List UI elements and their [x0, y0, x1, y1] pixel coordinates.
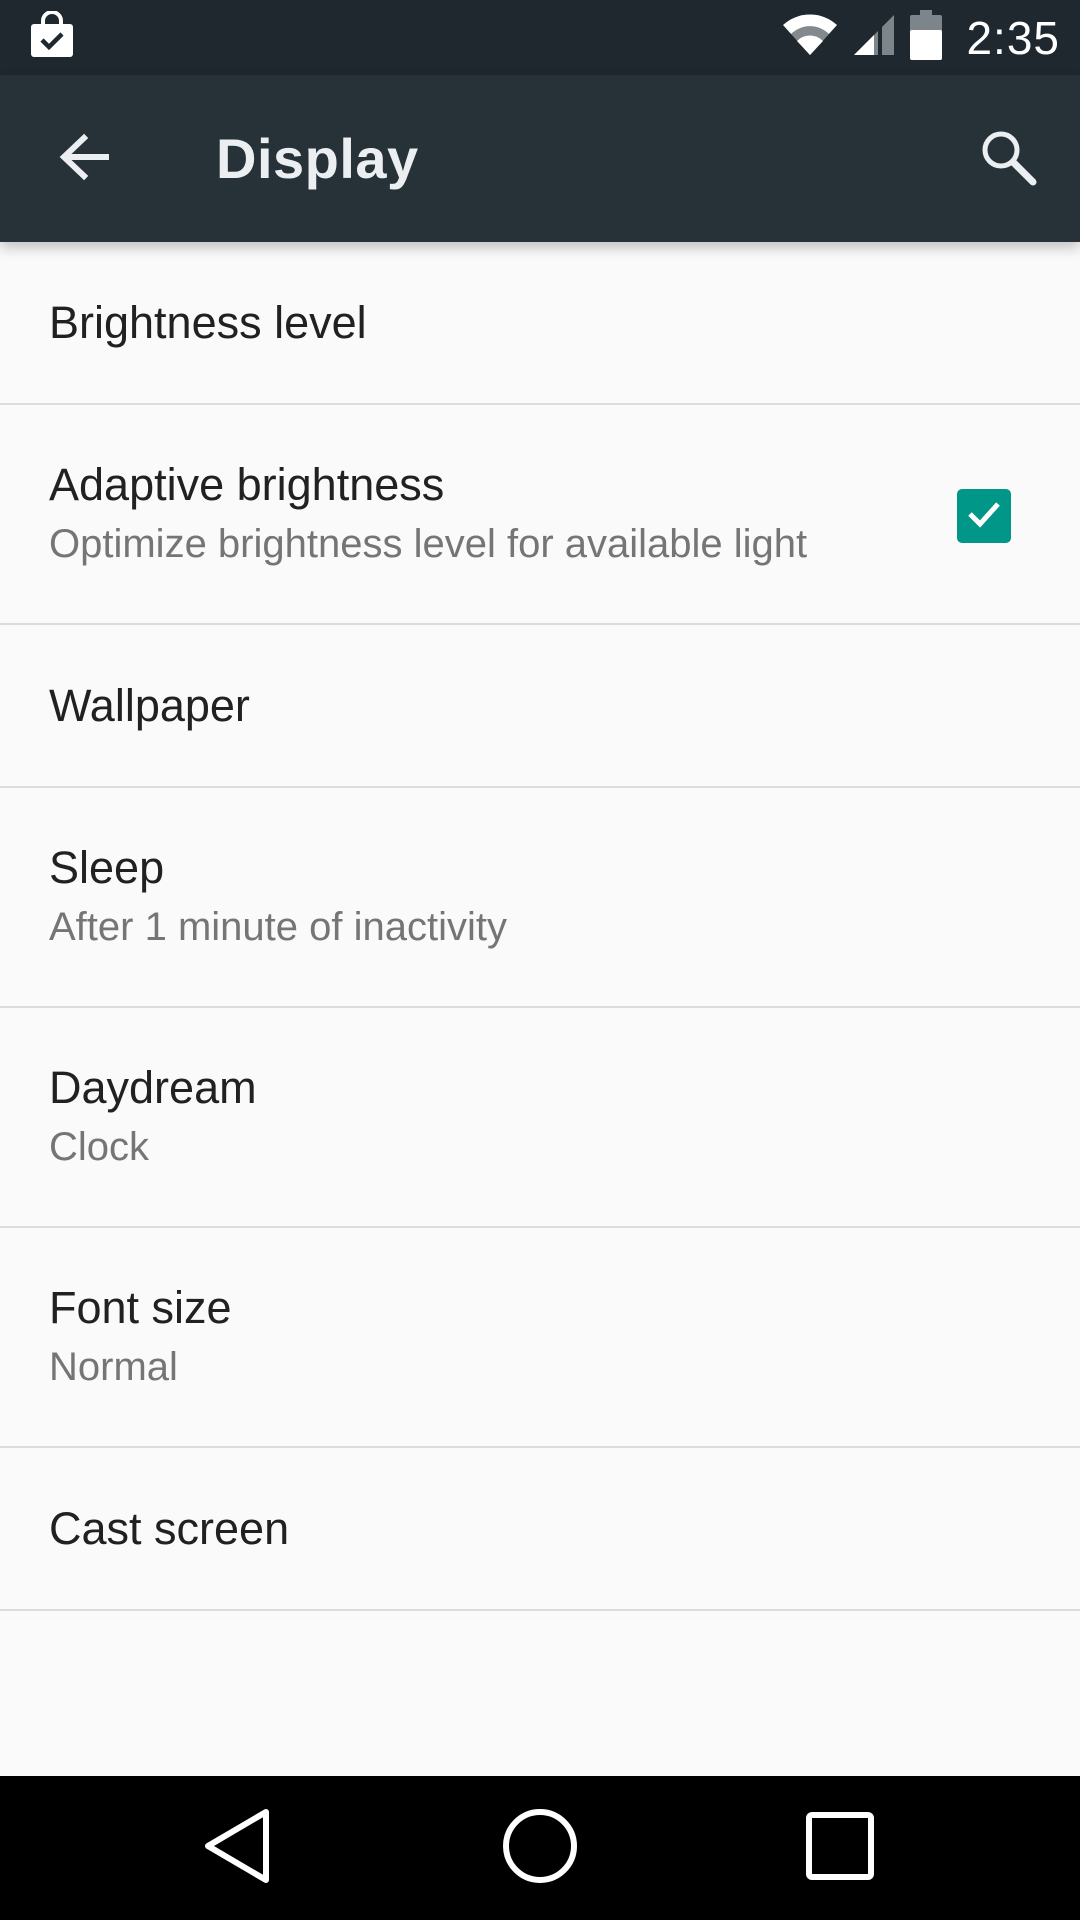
page-title: Display [216, 127, 419, 190]
cell-signal-icon [852, 13, 896, 62]
checkmark-icon [964, 494, 1004, 539]
arrow-left-icon [58, 131, 110, 188]
home-circle-icon [500, 1806, 580, 1891]
setting-summary: Optimize brightness level for available … [49, 522, 808, 566]
app-bar: Display [0, 75, 1080, 242]
setting-title: Brightness level [49, 296, 367, 348]
setting-wallpaper[interactable]: Wallpaper [0, 625, 1080, 788]
display-settings-screen: 2:35 Display Brightness level Adaptive b… [0, 0, 1080, 1920]
nav-home-button[interactable] [490, 1798, 590, 1898]
setting-adaptive-brightness[interactable]: Adaptive brightness Optimize brightness … [0, 405, 1080, 625]
recents-square-icon [804, 1810, 876, 1887]
status-bar: 2:35 [0, 0, 1080, 75]
status-left [28, 0, 76, 75]
setting-summary: Normal [49, 1345, 178, 1389]
setting-daydream[interactable]: Daydream Clock [0, 1008, 1080, 1228]
setting-title: Wallpaper [49, 679, 250, 731]
setting-cast-screen[interactable]: Cast screen [0, 1448, 1080, 1611]
setting-summary: After 1 minute of inactivity [49, 905, 507, 949]
battery-icon [910, 10, 943, 65]
search-icon [978, 127, 1038, 192]
setting-font-size[interactable]: Font size Normal [0, 1228, 1080, 1448]
nav-recents-button[interactable] [790, 1798, 890, 1898]
setting-title: Daydream [49, 1062, 257, 1113]
search-button[interactable] [964, 115, 1052, 203]
navigation-bar [0, 1776, 1080, 1920]
setting-sleep[interactable]: Sleep After 1 minute of inactivity [0, 788, 1080, 1008]
back-triangle-icon [200, 1806, 274, 1891]
setting-title: Font size [49, 1282, 232, 1333]
settings-list: Brightness level Adaptive brightness Opt… [0, 242, 1080, 1611]
nav-back-button[interactable] [187, 1798, 287, 1898]
back-button[interactable] [40, 115, 128, 203]
adaptive-brightness-checkbox[interactable] [957, 489, 1011, 543]
status-time: 2:35 [966, 11, 1060, 64]
setting-brightness-level[interactable]: Brightness level [0, 242, 1080, 405]
shopping-bag-check-icon [28, 10, 76, 64]
wifi-icon [782, 13, 838, 62]
setting-title: Sleep [49, 842, 165, 893]
setting-title: Cast screen [49, 1502, 290, 1554]
setting-summary: Clock [49, 1125, 150, 1169]
setting-title: Adaptive brightness [49, 459, 445, 510]
status-right: 2:35 [782, 0, 1060, 75]
